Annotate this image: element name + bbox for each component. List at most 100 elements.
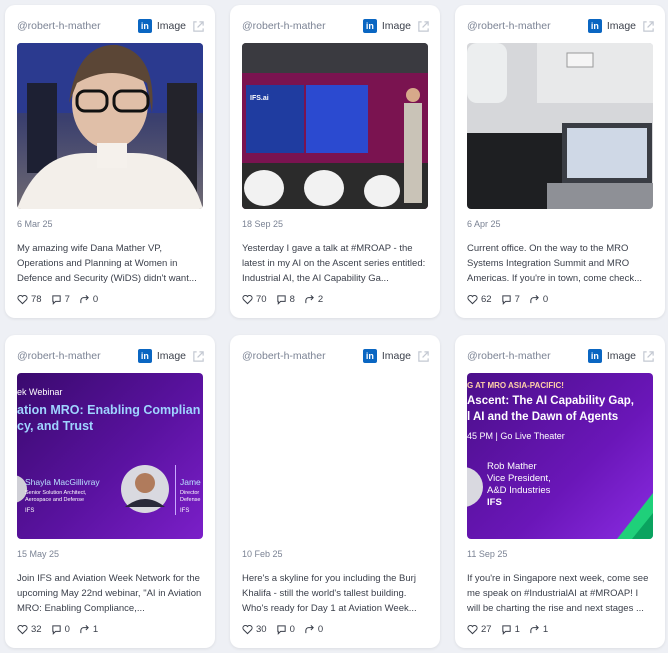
post-card[interactable]: @robert-h-mather in Image IFS.ai 18 Sep … xyxy=(230,5,440,318)
heart-icon xyxy=(17,625,28,635)
comments-count: 0 xyxy=(289,624,295,635)
shares-count: 1 xyxy=(92,624,99,635)
post-image[interactable]: IFS.ai xyxy=(242,43,428,209)
comments-count: 1 xyxy=(514,624,520,635)
linkedin-icon: in xyxy=(137,349,152,363)
post-image[interactable]: G AT MRO ASIA-PACIFIC! Ascent: The AI Ca… xyxy=(467,373,653,539)
post-image[interactable] xyxy=(17,43,203,209)
likes-count: 70 xyxy=(256,294,267,305)
likes-count: 62 xyxy=(481,294,492,305)
linkedin-icon: in xyxy=(587,19,602,33)
selfie-illustration xyxy=(17,43,203,209)
post-image[interactable] xyxy=(242,373,428,539)
author-handle[interactable]: @robert-h-mather xyxy=(17,350,138,362)
post-card[interactable]: @robert-h-mather in Image 6 Apr 25 Curre… xyxy=(455,5,665,318)
post-card[interactable]: @robert-h-mather in Image G AT MRO ASIA-… xyxy=(455,335,665,648)
comment-icon xyxy=(501,295,511,305)
post-text: If you're in Singapore next week, come s… xyxy=(467,573,649,614)
shares-count: 0 xyxy=(542,294,549,305)
post-image[interactable]: ek Webinar ation MRO: Enabling Complian … xyxy=(17,373,203,539)
likes-count: 32 xyxy=(31,624,42,635)
shares-count: 2 xyxy=(317,294,324,305)
post-text: My amazing wife Dana Mather VP, Operatio… xyxy=(17,243,197,284)
speaker2-org: IFS xyxy=(180,508,190,514)
shares-count: 1 xyxy=(542,624,549,635)
post-stats: 70 8 2 xyxy=(242,294,332,305)
post-text: Join IFS and Aviation Week Network for t… xyxy=(17,573,202,614)
speaker1-name: Shayla MacGillivray xyxy=(25,477,100,487)
author-handle[interactable]: @robert-h-mather xyxy=(467,20,588,32)
heart-icon xyxy=(467,295,478,305)
external-link-icon[interactable] xyxy=(192,350,205,363)
stage-illustration xyxy=(242,43,428,209)
share-icon xyxy=(530,295,539,304)
external-link-icon[interactable] xyxy=(642,350,655,363)
comment-icon xyxy=(51,295,61,305)
comment-icon xyxy=(276,295,286,305)
external-link-icon[interactable] xyxy=(417,350,430,363)
post-header: @robert-h-mather in Image xyxy=(242,347,430,365)
speaker-role-line1: Vice President, xyxy=(487,473,551,484)
share-icon xyxy=(80,295,89,304)
post-stats: 62 7 0 xyxy=(467,294,557,305)
likes-count: 78 xyxy=(31,294,42,305)
shares-count: 0 xyxy=(92,294,99,305)
post-card[interactable]: @robert-h-mather in Image 10 Feb 25 Here… xyxy=(230,335,440,648)
comments-count: 7 xyxy=(514,294,520,305)
speaker1-org: IFS xyxy=(25,508,35,514)
share-icon xyxy=(530,625,539,634)
speaker-photo xyxy=(467,467,653,539)
author-handle[interactable]: @robert-h-mather xyxy=(467,350,588,362)
speaker1-role-line1: Senior Solution Architect, xyxy=(25,490,87,496)
post-image[interactable] xyxy=(467,43,653,209)
heart-icon xyxy=(17,295,28,305)
post-date: 6 Mar 25 xyxy=(17,219,53,229)
speaker-role-line2: A&D Industries xyxy=(487,485,551,496)
share-icon xyxy=(80,625,89,634)
external-link-icon[interactable] xyxy=(192,20,205,33)
external-link-icon[interactable] xyxy=(417,20,430,33)
speaker-name: Rob Mather xyxy=(487,461,537,472)
post-card[interactable]: @robert-h-mather in Image 6 Mar 25 My am… xyxy=(5,5,215,318)
heart-icon xyxy=(467,625,478,635)
post-date: 11 Sep 25 xyxy=(467,549,508,559)
author-handle[interactable]: @robert-h-mather xyxy=(242,350,363,362)
linkedin-icon: in xyxy=(362,19,377,33)
linkedin-icon: in xyxy=(137,19,152,33)
comment-icon xyxy=(501,625,511,635)
post-text: Current office. On the way to the MRO Sy… xyxy=(467,243,642,284)
speaker2-role-line1: Director xyxy=(180,490,200,496)
screen-text: IFS.ai xyxy=(250,95,269,102)
linkedin-icon: in xyxy=(587,349,602,363)
speaker-photos xyxy=(17,465,176,515)
comments-count: 7 xyxy=(64,294,70,305)
likes-count: 30 xyxy=(256,624,267,635)
share-icon xyxy=(305,295,314,304)
shares-count: 0 xyxy=(317,624,324,635)
airplane-cabin-illustration xyxy=(467,43,653,209)
post-header: @robert-h-mather in Image xyxy=(17,17,205,35)
post-type-label: Image xyxy=(381,20,411,32)
author-handle[interactable]: @robert-h-mather xyxy=(17,20,138,32)
external-link-icon[interactable] xyxy=(642,20,655,33)
post-stats: 27 1 1 xyxy=(467,624,557,635)
comments-count: 0 xyxy=(64,624,70,635)
post-text: Here's a skyline for you including the B… xyxy=(242,573,417,614)
speaker1-role-line2: Aerospace and Defense xyxy=(25,497,85,503)
post-card[interactable]: @robert-h-mather in Image ek Webinar ati… xyxy=(5,335,215,648)
post-text: Yesterday I gave a talk at #MROAP - the … xyxy=(242,243,426,284)
post-stats: 78 7 0 xyxy=(17,294,107,305)
post-stats: 32 0 1 xyxy=(17,624,107,635)
comment-icon xyxy=(276,625,286,635)
heart-icon xyxy=(242,625,253,635)
likes-count: 27 xyxy=(481,624,492,635)
heart-icon xyxy=(242,295,253,305)
post-header: @robert-h-mather in Image xyxy=(242,17,430,35)
post-type-label: Image xyxy=(156,350,186,362)
post-date: 18 Sep 25 xyxy=(242,219,284,229)
share-icon xyxy=(305,625,314,634)
post-header: @robert-h-mather in Image xyxy=(467,347,655,365)
author-handle[interactable]: @robert-h-mather xyxy=(242,20,363,32)
post-header: @robert-h-mather in Image xyxy=(17,347,205,365)
linkedin-icon: in xyxy=(362,349,377,363)
